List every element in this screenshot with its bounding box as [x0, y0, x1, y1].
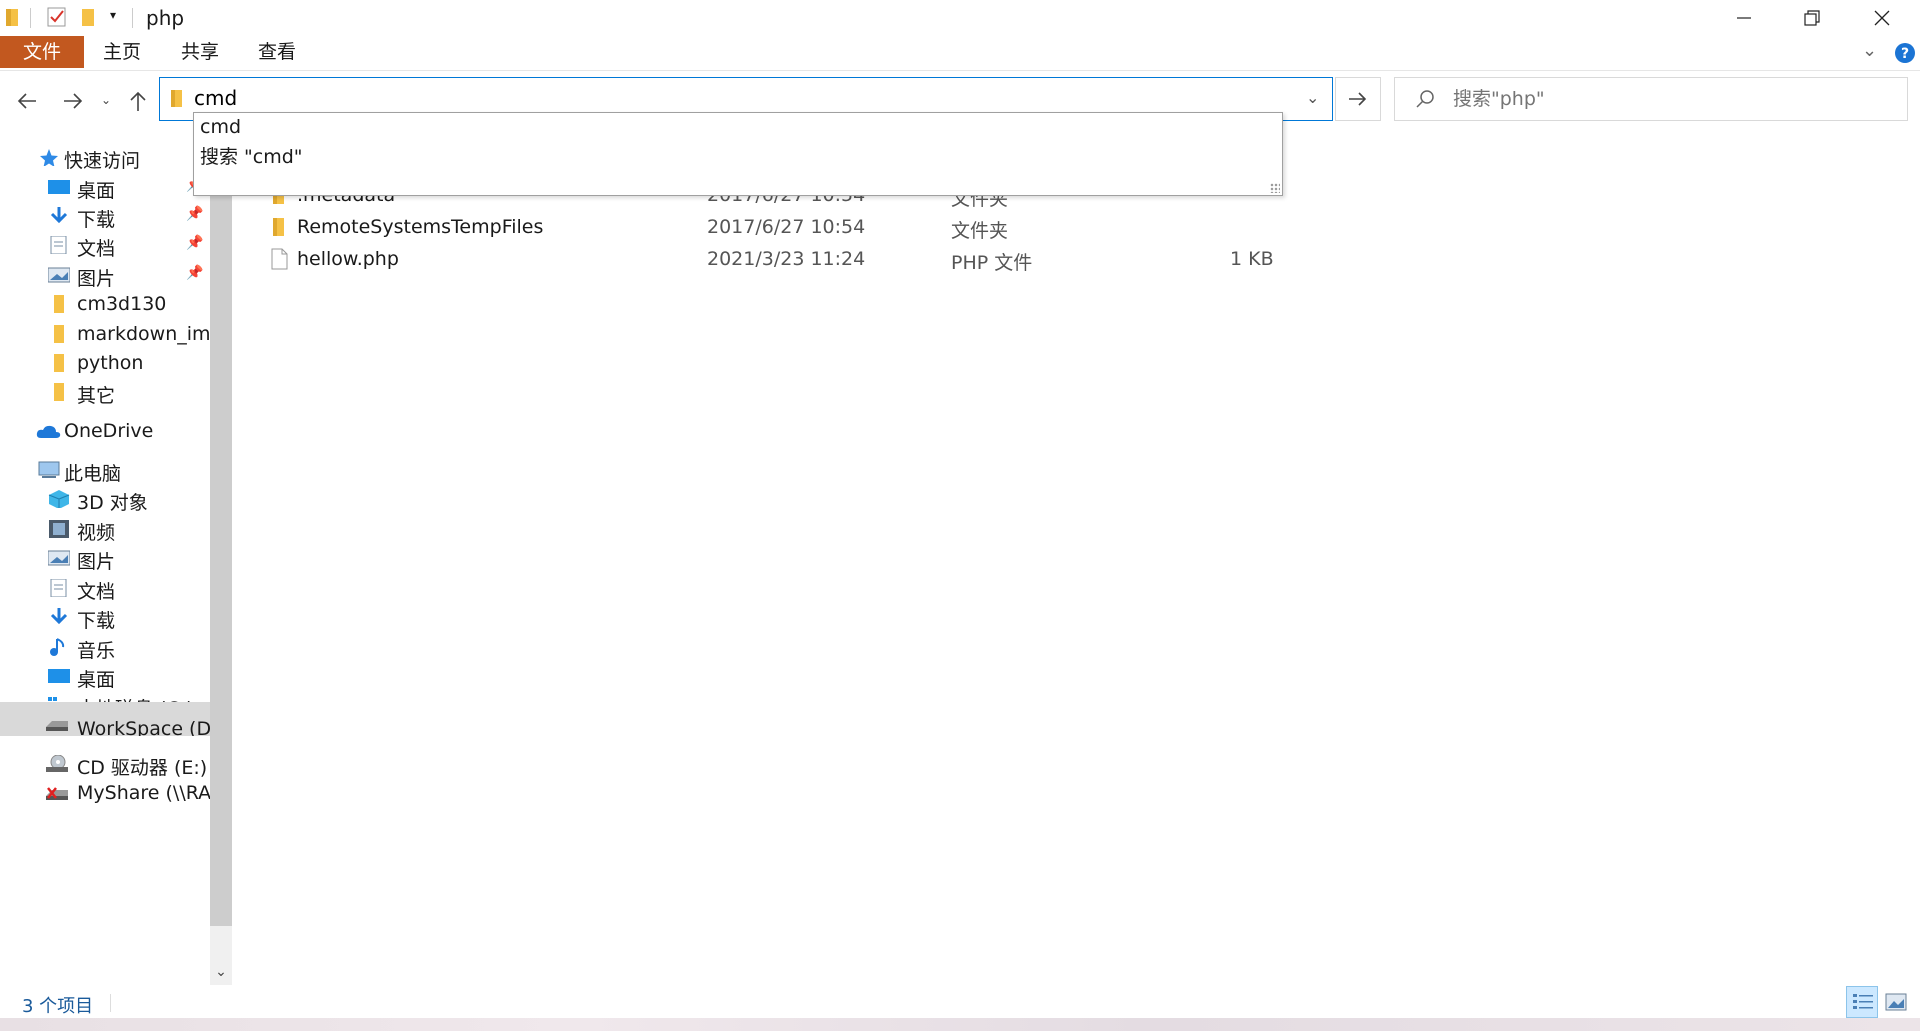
pin-icon[interactable]: 📌: [186, 206, 203, 222]
item-count: 3 个项目: [22, 996, 94, 1017]
window-title: php: [146, 6, 185, 30]
sidebar-item-other[interactable]: 其它: [0, 375, 210, 409]
video-icon: [49, 520, 69, 538]
minimize-icon: [1737, 17, 1751, 19]
up-icon[interactable]: [128, 89, 148, 113]
sidebar-item-network-share[interactable]: MyShare (\\RAS: [0, 776, 210, 810]
file-type: PHP 文件: [951, 252, 1033, 274]
svg-text:?: ?: [1901, 46, 1909, 62]
tab-view[interactable]: 查看: [247, 36, 307, 68]
network-drive-disconnected-icon: [46, 787, 68, 800]
details-view-icon: [1853, 994, 1873, 1009]
folder-icon: [171, 90, 182, 107]
taskbar-strip: [0, 1018, 1920, 1031]
sidebar-item-onedrive[interactable]: OneDrive: [0, 414, 210, 448]
file-date: 2021/3/23 11:24: [707, 248, 866, 270]
address-dropdown-icon[interactable]: ⌄: [1306, 88, 1319, 107]
restore-icon: [1804, 10, 1820, 26]
tab-share[interactable]: 共享: [170, 36, 230, 68]
scroll-down-icon[interactable]: ⌄: [210, 960, 232, 984]
back-icon[interactable]: [16, 91, 38, 111]
address-input[interactable]: [194, 86, 1274, 110]
status-bar: 3 个项目: [0, 986, 1920, 1018]
computer-icon: [38, 461, 60, 478]
file-type: 文件夹: [951, 220, 1009, 242]
quick-access-dropdown-icon[interactable]: ▾: [110, 8, 116, 22]
search-input[interactable]: [1451, 87, 1895, 111]
new-folder-icon[interactable]: [80, 6, 98, 28]
arrow-right-icon: [1349, 92, 1367, 106]
star-icon: [40, 149, 58, 166]
details-view-button[interactable]: [1846, 986, 1878, 1018]
sidebar-item-documents[interactable]: 文档 📌: [0, 228, 210, 262]
large-icons-view-icon: [1885, 993, 1907, 1011]
close-icon: [1874, 10, 1890, 26]
file-date: 2017/6/27 10:54: [707, 216, 866, 238]
sidebar-item-quick-access[interactable]: 快速访问: [0, 140, 210, 174]
file-icon: [271, 248, 288, 270]
desktop-icon: [48, 180, 70, 194]
sidebar-item-pc-downloads[interactable]: 下载: [0, 600, 210, 634]
file-row[interactable]: RemoteSystemsTempFiles 2017/6/27 10:54 文…: [264, 212, 1324, 244]
recent-locations-icon[interactable]: ⌄: [101, 93, 111, 107]
file-row[interactable]: hellow.php 2021/3/23 11:24 PHP 文件 1 KB: [264, 244, 1324, 276]
sidebar-item-cm3d130[interactable]: cm3d130: [0, 287, 210, 321]
ribbon-expand-icon[interactable]: ⌄: [1862, 40, 1877, 61]
title-bar: ▾ php: [0, 0, 1920, 36]
close-button[interactable]: [1836, 0, 1920, 36]
forward-icon[interactable]: [62, 91, 84, 111]
tab-file[interactable]: 文件: [0, 36, 84, 68]
help-icon[interactable]: ?: [1894, 42, 1916, 64]
music-icon: [50, 638, 65, 656]
folder-icon: [54, 354, 64, 372]
cube-icon: [48, 490, 70, 508]
folder-icon: [54, 295, 64, 313]
file-name: hellow.php: [297, 248, 399, 270]
file-name: RemoteSystemsTempFiles: [297, 216, 544, 238]
resize-grip-icon[interactable]: [1270, 183, 1280, 193]
folder-icon: [273, 218, 284, 236]
download-icon: [50, 608, 68, 625]
search-box[interactable]: [1394, 77, 1908, 121]
folder-icon: [54, 325, 64, 343]
pin-icon[interactable]: 📌: [186, 235, 203, 251]
navigation-pane: 快速访问 桌面 📌 下载 📌 文档 📌 图片 📌 cm3d130 markdow…: [0, 140, 210, 985]
cd-drive-icon: [46, 755, 68, 772]
sidebar-item-3d-objects[interactable]: 3D 对象: [0, 482, 210, 516]
pictures-icon: [48, 267, 70, 283]
tab-home[interactable]: 主页: [92, 36, 152, 68]
sidebar-item-drive-d[interactable]: WorkSpace (D:): [0, 702, 210, 736]
pictures-icon: [48, 550, 70, 566]
properties-icon[interactable]: [46, 6, 68, 28]
document-icon: [50, 236, 67, 254]
document-icon: [50, 579, 67, 597]
pin-icon[interactable]: 📌: [186, 265, 203, 281]
cloud-icon: [36, 425, 61, 438]
go-button[interactable]: [1335, 77, 1381, 121]
sidebar-item-pc-pictures[interactable]: 图片: [0, 541, 210, 575]
large-icons-view-button[interactable]: [1884, 990, 1908, 1014]
file-size: 1 KB: [1230, 248, 1274, 270]
folder-icon: [54, 383, 64, 401]
autocomplete-item[interactable]: 搜索 "cmd": [200, 142, 303, 169]
desktop-icon: [48, 669, 70, 683]
folder-icon: [6, 9, 18, 26]
sidebar-scroll-thumb[interactable]: [210, 140, 232, 926]
address-autocomplete: cmd 搜索 "cmd": [193, 112, 1283, 196]
ribbon-tabs: 文件 主页 共享 查看 ⌄ ?: [0, 36, 1920, 70]
search-icon: [1416, 90, 1434, 108]
drive-icon: [46, 721, 68, 731]
download-icon: [50, 207, 68, 224]
autocomplete-item[interactable]: cmd: [200, 116, 241, 138]
